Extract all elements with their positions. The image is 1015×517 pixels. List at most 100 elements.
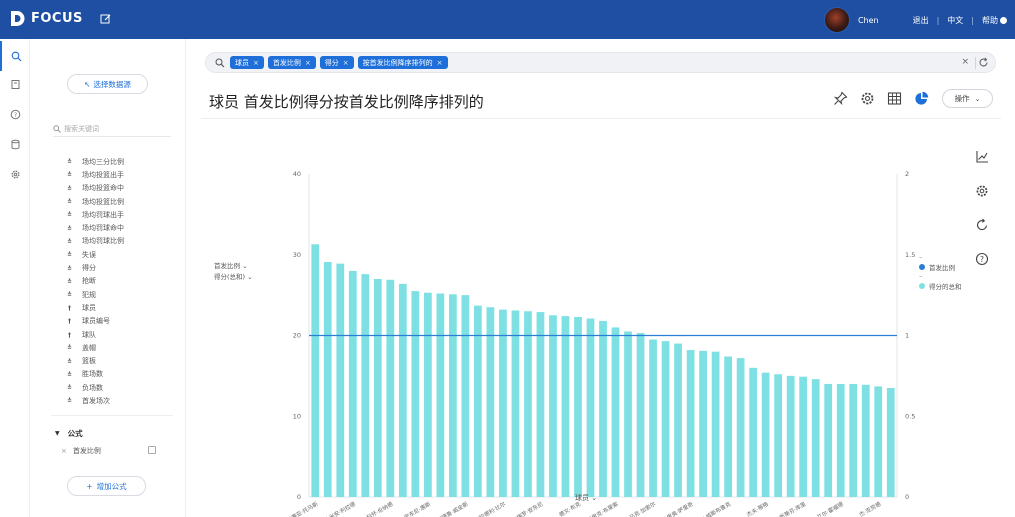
measure-icon: ⩮: [67, 343, 72, 352]
field-item[interactable]: ⩮ 抢断: [65, 275, 185, 288]
field-item[interactable]: ⩮ 胜场数: [65, 368, 185, 381]
keyword-search-input[interactable]: 搜索关键词: [53, 121, 171, 137]
search-bar[interactable]: 球员 × 首发比例 × 得分 × 按首发比例降序排列的 × ×: [205, 52, 996, 73]
user-name[interactable]: Chen: [858, 16, 879, 25]
measure-icon: ⩮: [67, 369, 72, 378]
help-link[interactable]: 帮助: [982, 15, 1007, 26]
plus-icon: +: [86, 481, 93, 491]
refresh-icon[interactable]: [978, 57, 989, 68]
chevron-down-icon: ⌄: [591, 494, 598, 502]
language-link[interactable]: 中文: [947, 15, 963, 26]
search-icon: [11, 51, 21, 61]
select-data-source-button[interactable]: ↖ 选择数据源: [67, 74, 148, 94]
search-token[interactable]: 球员 ×: [230, 56, 264, 69]
y2-tick-label: 1.5: [905, 251, 915, 259]
search-token-label: 球员: [235, 58, 249, 67]
field-item[interactable]: † 球队: [65, 328, 185, 341]
data-panel: ↖ 选择数据源 搜索关键词 ⩮ 场均三分比例 ⩮ 场均投篮出手 ⩮ 场均投篮命中 ⩮ 场均投篮比…: [31, 39, 186, 517]
x-axis-title[interactable]: 球员 ⌄: [575, 493, 597, 503]
field-item[interactable]: ⩮ 首发场次: [65, 394, 185, 407]
rotate-icon: [976, 218, 988, 231]
bar-measure-label: 得分(总和): [214, 273, 246, 281]
formula-section-header[interactable]: ▼ 公式: [55, 428, 83, 439]
legend-line-swatch: [919, 263, 925, 270]
field-item[interactable]: ⩮ 场均罚球命中: [65, 221, 185, 234]
settings-icon[interactable]: [860, 91, 875, 106]
avatar[interactable]: [823, 7, 850, 33]
edit-formula-icon[interactable]: [148, 446, 156, 454]
legend-item-line[interactable]: 首发比例: [919, 261, 962, 272]
field-item[interactable]: † 球员编号: [65, 315, 185, 328]
field-label: 得分: [82, 264, 96, 273]
legend-item-bar[interactable]: 得分的总和: [919, 280, 962, 291]
edit-icon[interactable]: [100, 13, 112, 25]
field-item[interactable]: ⩮ 盖帽: [65, 341, 185, 354]
bar: [511, 310, 520, 497]
rail-settings[interactable]: [0, 159, 30, 189]
remove-icon[interactable]: ×: [61, 447, 67, 455]
remove-token-icon[interactable]: ×: [253, 59, 259, 67]
question-icon: ?: [10, 109, 20, 119]
formula-item[interactable]: × 首发比例: [61, 446, 156, 456]
logo[interactable]: FOCUS: [10, 10, 83, 27]
field-item[interactable]: ⩮ 场均罚球出手: [65, 208, 185, 221]
nav-separator: |: [936, 15, 940, 25]
remove-token-icon[interactable]: ×: [305, 59, 311, 67]
line-measure-selector[interactable]: 首发比例 ⌄: [214, 261, 253, 272]
dimension-icon: †: [67, 330, 72, 339]
bar: [361, 274, 370, 497]
bar: [398, 283, 407, 497]
bar: [624, 331, 632, 497]
bar: [436, 293, 445, 497]
rotate-button[interactable]: [968, 208, 996, 242]
bar: [786, 375, 795, 498]
field-label: 篮板: [82, 357, 96, 366]
measure-icon: ⩮: [67, 263, 72, 272]
chart-help-button[interactable]: ?: [968, 242, 996, 276]
rail-bookmarks[interactable]: [0, 69, 30, 99]
field-item[interactable]: ⩮ 负场数: [65, 381, 185, 394]
svg-text:?: ?: [13, 111, 16, 118]
search-token[interactable]: 按首发比例降序排列的 ×: [357, 56, 448, 69]
table-icon[interactable]: [887, 91, 902, 106]
rail-search[interactable]: [0, 41, 30, 71]
field-item[interactable]: ⩮ 场均投篮出手: [65, 168, 185, 181]
remove-token-icon[interactable]: ×: [343, 59, 349, 67]
field-item[interactable]: ⩮ 场均三分比例: [65, 155, 185, 168]
search-icon: [215, 58, 225, 68]
field-item[interactable]: ⩮ 篮板: [65, 354, 185, 367]
logout-link[interactable]: 退出: [913, 15, 929, 26]
field-item[interactable]: ⩮ 场均罚球比例: [65, 235, 185, 248]
bar: [649, 339, 657, 497]
field-item[interactable]: ⩮ 场均投篮比例: [65, 195, 185, 208]
bar-measure-selector[interactable]: 得分(总和) ⌄: [214, 272, 253, 283]
measure-icon: ⩮: [67, 236, 72, 245]
bar: [874, 386, 883, 497]
rail-help[interactable]: ?: [0, 99, 30, 129]
search-token[interactable]: 得分 ×: [319, 56, 354, 69]
search-icon: [53, 124, 61, 133]
field-item[interactable]: ⩮ 得分: [65, 261, 185, 274]
search-token[interactable]: 首发比例 ×: [267, 56, 316, 69]
main-area: 球员 × 首发比例 × 得分 × 按首发比例降序排列的 × × 球员 首发比例得分按首发比例降…: [187, 39, 1015, 517]
add-formula-label: 增加公式: [96, 481, 127, 491]
remove-token-icon[interactable]: ×: [437, 59, 443, 67]
rail-database[interactable]: [0, 129, 30, 159]
pin-icon[interactable]: [833, 91, 848, 106]
operate-label: 操作: [954, 94, 970, 103]
field-item[interactable]: † 球员: [65, 301, 185, 314]
y-tick-label: 30: [293, 251, 301, 259]
field-item[interactable]: ⩮ 犯规: [65, 288, 185, 301]
chart-settings-button[interactable]: [968, 174, 996, 208]
field-item[interactable]: ⩮ 场均投篮命中: [65, 182, 185, 195]
clear-icon[interactable]: ×: [961, 57, 969, 67]
measure-icon: ⩮: [67, 396, 72, 405]
field-item[interactable]: ⩮ 失误: [65, 248, 185, 261]
axis-config-button[interactable]: [968, 140, 996, 174]
field-label: 场均三分比例: [82, 157, 124, 166]
operate-dropdown[interactable]: 操作 ⌄: [942, 89, 993, 108]
add-formula-button[interactable]: + 增加公式: [67, 476, 146, 496]
pie-chart-icon[interactable]: [914, 91, 929, 106]
bookmark-icon: [11, 79, 19, 89]
bar: [636, 333, 645, 497]
